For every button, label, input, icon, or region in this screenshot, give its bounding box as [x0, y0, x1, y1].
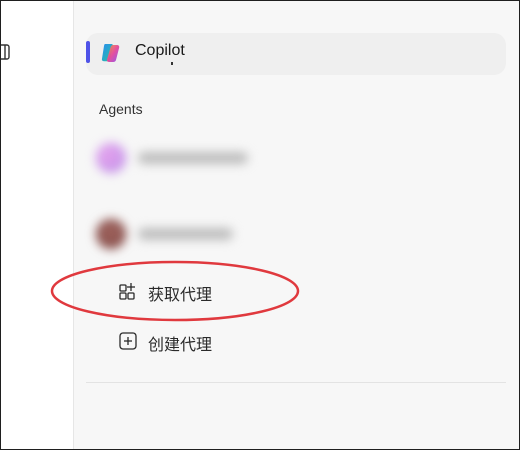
agent-item-blurred-2[interactable]: [96, 217, 266, 251]
agents-section-heading: Agents: [99, 101, 143, 117]
selected-indicator: [86, 41, 90, 63]
window-frame: Copilot Agents 获取代理 创建代理: [0, 0, 520, 450]
agent-avatar: [96, 143, 126, 173]
copilot-logo-icon: [101, 44, 120, 62]
agent-name-redacted: [138, 152, 248, 164]
highlight-ellipse-annotation: [50, 260, 300, 322]
text-cursor: [171, 62, 173, 65]
plus-square-icon: [119, 332, 137, 350]
agent-item-blurred-1[interactable]: [96, 141, 266, 175]
sidebar: Copilot Agents 获取代理 创建代理: [74, 1, 519, 449]
agent-avatar: [96, 219, 126, 249]
create-agent-label: 创建代理: [148, 337, 213, 354]
create-agent-button[interactable]: 创建代理: [118, 326, 318, 356]
sidebar-toggle-icon[interactable]: [1, 44, 11, 60]
agent-name-redacted: [138, 228, 233, 240]
left-rail: [1, 1, 73, 449]
sidebar-divider: [86, 382, 506, 383]
sidebar-item-copilot[interactable]: Copilot: [86, 33, 506, 75]
copilot-label: Copilot: [135, 42, 185, 59]
